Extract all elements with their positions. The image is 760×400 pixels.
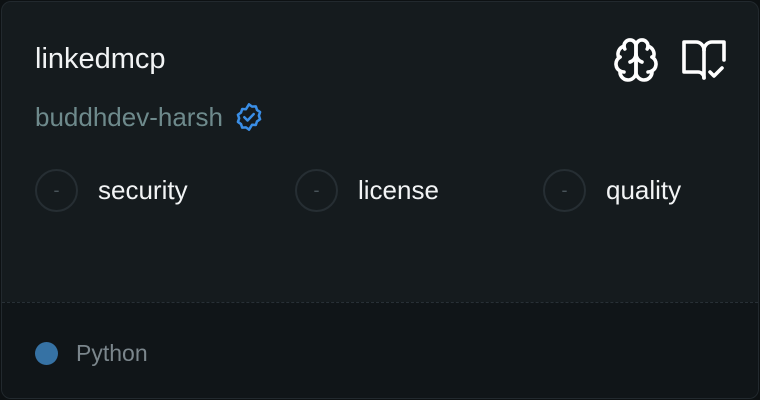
metric-label: security — [98, 174, 188, 205]
language-color-dot — [35, 342, 58, 365]
brain-icon[interactable] — [612, 36, 660, 84]
metric-license: - license — [295, 165, 439, 215]
language-tag: Python — [35, 340, 148, 367]
metrics-row: - security - license - quality — [35, 165, 735, 215]
metric-score-badge: - — [543, 168, 586, 212]
metric-label: quality — [606, 174, 682, 205]
language-name: Python — [76, 340, 148, 366]
author-row: buddhdev-harsh — [35, 98, 265, 136]
verified-badge-icon — [236, 103, 262, 131]
card-footer: Python — [2, 302, 758, 398]
book-check-icon[interactable] — [680, 36, 728, 84]
author-link[interactable]: buddhdev-harsh — [35, 102, 223, 133]
metric-quality: - quality — [543, 165, 681, 215]
card-actions — [612, 36, 728, 84]
metric-score-badge: - — [35, 168, 78, 212]
metric-security: - security — [35, 165, 188, 215]
server-title[interactable]: linkedmcp — [35, 40, 166, 78]
server-card[interactable]: linkedmcp buddhdev-harsh - security - li… — [1, 1, 759, 399]
metric-label: license — [358, 174, 439, 205]
metric-score-badge: - — [295, 168, 338, 212]
